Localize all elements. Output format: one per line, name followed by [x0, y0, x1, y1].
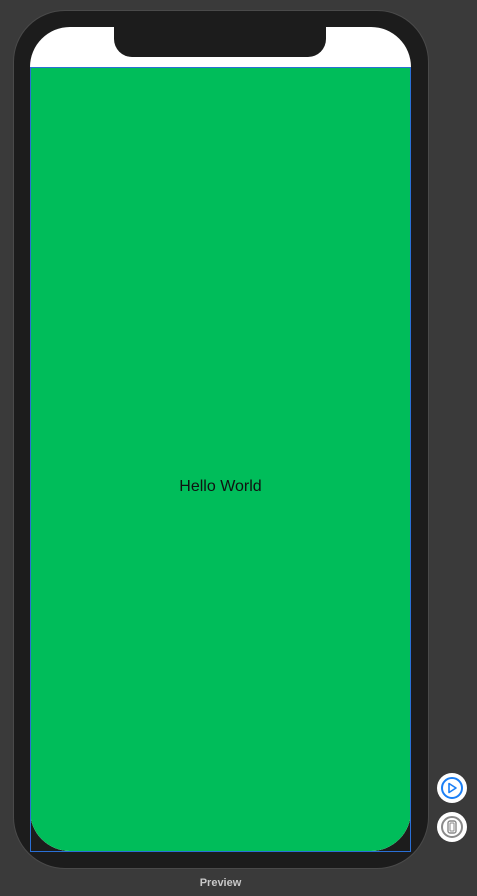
device-screen: Hello World [30, 27, 411, 851]
device-preview-button[interactable] [437, 812, 467, 842]
device-notch [114, 27, 326, 57]
live-preview-button[interactable] [437, 773, 467, 803]
preview-label: Preview [199, 877, 242, 889]
live-preview-ring [441, 777, 463, 799]
device-preview-ring [441, 816, 463, 838]
hello-world-text[interactable]: Hello World [30, 478, 411, 496]
device-icon [447, 820, 457, 834]
content-view[interactable]: Hello World [30, 67, 411, 851]
preview-canvas: Hello World Preview [0, 0, 477, 896]
play-circle-icon [448, 782, 457, 794]
